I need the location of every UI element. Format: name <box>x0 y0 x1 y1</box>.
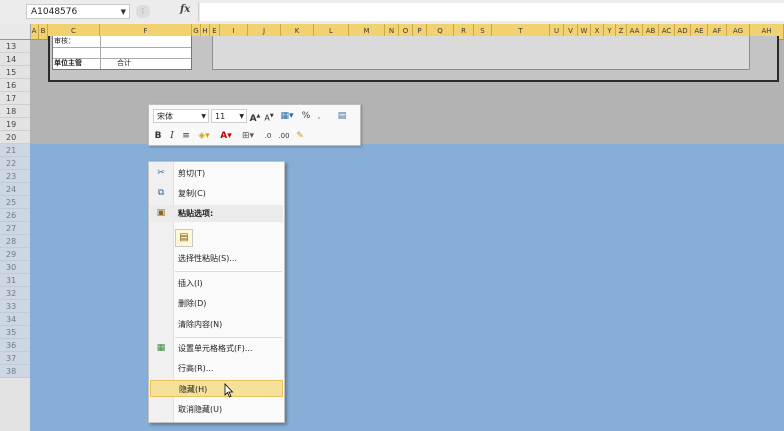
row-header[interactable]: 36 <box>0 339 30 352</box>
chevron-down-icon[interactable]: ▼ <box>121 5 126 20</box>
scissors-icon: ✂ <box>157 168 165 178</box>
select-all-corner[interactable] <box>0 24 31 39</box>
bold-icon[interactable]: B <box>152 129 164 143</box>
clear-format-icon[interactable]: ✎ <box>293 129 307 143</box>
row-header[interactable]: 23 <box>0 170 30 183</box>
menu-item-hide[interactable]: 隐藏(H) <box>150 380 283 397</box>
menu-item-label: 复制(C) <box>178 189 206 198</box>
cell[interactable]: 审核： <box>54 36 100 47</box>
column-header[interactable]: A <box>30 24 39 39</box>
increase-decimal-icon[interactable]: .0 <box>261 129 275 143</box>
row-header[interactable]: 37 <box>0 352 30 365</box>
row-header[interactable]: 30 <box>0 261 30 274</box>
mini-toolbar: 宋体 ▼ 11 ▼ A▲ A▼ ▦▾ % , ▤ B I ≡ ◈▾ A▾ ⊞▾ … <box>148 104 361 146</box>
row-header[interactable]: 25 <box>0 196 30 209</box>
menu-item-label: 取消隐藏(U) <box>178 405 223 414</box>
insert-function-button[interactable]: fx <box>180 4 190 15</box>
menu-item-label: 选择性粘贴(S)... <box>178 254 237 263</box>
paste-icon: ▣ <box>156 208 166 218</box>
row-header[interactable]: 17 <box>0 92 30 105</box>
menu-item-label: 清除内容(N) <box>178 320 223 329</box>
row-header[interactable]: 27 <box>0 222 30 235</box>
menu-item-row-height[interactable]: 行高(R)... <box>150 360 283 377</box>
copy-icon: ⧉ <box>157 188 165 198</box>
menu-separator <box>175 337 282 338</box>
row-header[interactable]: 20 <box>0 131 30 144</box>
menu-item-label: 剪切(T) <box>178 169 206 178</box>
row-header[interactable]: 14 <box>0 53 30 66</box>
row-header[interactable]: 18 <box>0 105 30 118</box>
menu-item-paste-special[interactable]: 选择性粘贴(S)... <box>150 250 283 267</box>
formula-bar-divider <box>198 2 199 22</box>
shrink-font-icon[interactable]: A▼ <box>263 109 275 123</box>
format-painter-icon[interactable]: ▤ <box>335 109 349 123</box>
context-menu: ✂ 剪切(T) ⧉ 复制(C) ▣ 粘贴选项: ▤ 选择性粘贴(S)... 插入… <box>148 161 285 423</box>
row-header[interactable]: 33 <box>0 300 30 313</box>
menu-separator <box>175 271 282 272</box>
row-header[interactable]: 16 <box>0 79 30 92</box>
menu-item-paste-options: ▣ 粘贴选项: <box>150 205 283 222</box>
formula-bar-resize-handle[interactable]: ⋮ <box>136 5 150 18</box>
formula-bar: A1048576 ▼ ⋮ fx <box>0 0 784 25</box>
row-header[interactable]: 31 <box>0 274 30 287</box>
row-header[interactable]: 22 <box>0 157 30 170</box>
menu-item-unhide[interactable]: 取消隐藏(U) <box>150 401 283 418</box>
row-header[interactable]: 29 <box>0 248 30 261</box>
column-header[interactable]: B <box>39 24 48 39</box>
table-row: 单位主管 合计 <box>53 58 191 69</box>
form-footer-table: 审核： 单位主管 合计 <box>52 36 192 70</box>
name-box-value: A1048576 <box>31 7 78 17</box>
font-name-select[interactable]: 宋体 ▼ <box>153 109 209 123</box>
menu-item-copy[interactable]: ⧉ 复制(C) <box>150 185 283 202</box>
grow-font-icon[interactable]: A▲ <box>249 109 261 124</box>
row-header[interactable]: 19 <box>0 118 30 131</box>
row-header[interactable]: 32 <box>0 287 30 300</box>
row-header[interactable]: 28 <box>0 235 30 248</box>
font-size-value: 11 <box>215 112 226 121</box>
comma-style-icon[interactable]: , <box>314 109 324 123</box>
menu-item-insert[interactable]: 插入(I) <box>150 275 283 292</box>
cell[interactable]: 合计 <box>117 58 131 69</box>
chevron-down-icon: ▼ <box>201 113 206 120</box>
row-header[interactable]: 13 <box>0 40 30 53</box>
italic-icon[interactable]: I <box>166 129 178 143</box>
fill-color-icon[interactable]: ◈▾ <box>195 129 213 143</box>
menu-item-label: 行高(R)... <box>178 364 214 373</box>
menu-item-label: 设置单元格格式(F)... <box>178 344 253 353</box>
menu-item-label: 删除(D) <box>178 299 207 308</box>
row-header[interactable]: 38 <box>0 365 30 378</box>
paste-icon: ▤ <box>179 232 189 243</box>
center-align-icon[interactable]: ≡ <box>180 129 192 143</box>
cell[interactable]: 单位主管 <box>54 58 100 69</box>
row-header[interactable]: 35 <box>0 326 30 339</box>
mouse-cursor-icon <box>224 383 234 398</box>
menu-item-cut[interactable]: ✂ 剪切(T) <box>150 165 283 182</box>
borders-icon[interactable]: ⊞▾ <box>239 129 257 143</box>
row-header[interactable]: 26 <box>0 209 30 222</box>
row-header[interactable]: 24 <box>0 183 30 196</box>
selected-rows-range[interactable] <box>30 144 784 431</box>
percent-icon[interactable]: % <box>299 109 313 123</box>
menu-item-format-cells[interactable]: ▦ 设置单元格格式(F)... <box>150 340 283 357</box>
menu-item-label: 隐藏(H) <box>179 385 208 394</box>
decrease-decimal-icon[interactable]: .00 <box>277 129 291 143</box>
name-box[interactable]: A1048576 ▼ <box>26 4 130 19</box>
row-header-bar: 13 14 15 16 17 18 19 20 21 22 23 24 25 2… <box>0 40 31 431</box>
merged-cell-region[interactable] <box>212 36 750 70</box>
format-cells-icon: ▦ <box>156 343 166 353</box>
menu-item-label: 插入(I) <box>178 279 203 288</box>
row-header[interactable]: 21 <box>0 144 30 157</box>
formula-input[interactable] <box>200 3 784 21</box>
font-name-value: 宋体 <box>157 112 173 121</box>
row-header[interactable]: 34 <box>0 313 30 326</box>
font-color-icon[interactable]: A▾ <box>217 129 235 143</box>
chevron-down-icon: ▼ <box>239 113 244 120</box>
menu-item-label: 粘贴选项: <box>178 209 214 218</box>
paste-option-button[interactable]: ▤ <box>175 229 193 247</box>
number-format-icon[interactable]: ▦▾ <box>279 109 295 123</box>
row-header[interactable]: 15 <box>0 66 30 79</box>
menu-item-delete[interactable]: 删除(D) <box>150 295 283 312</box>
menu-item-clear-contents[interactable]: 清除内容(N) <box>150 316 283 333</box>
font-size-select[interactable]: 11 ▼ <box>211 109 247 123</box>
